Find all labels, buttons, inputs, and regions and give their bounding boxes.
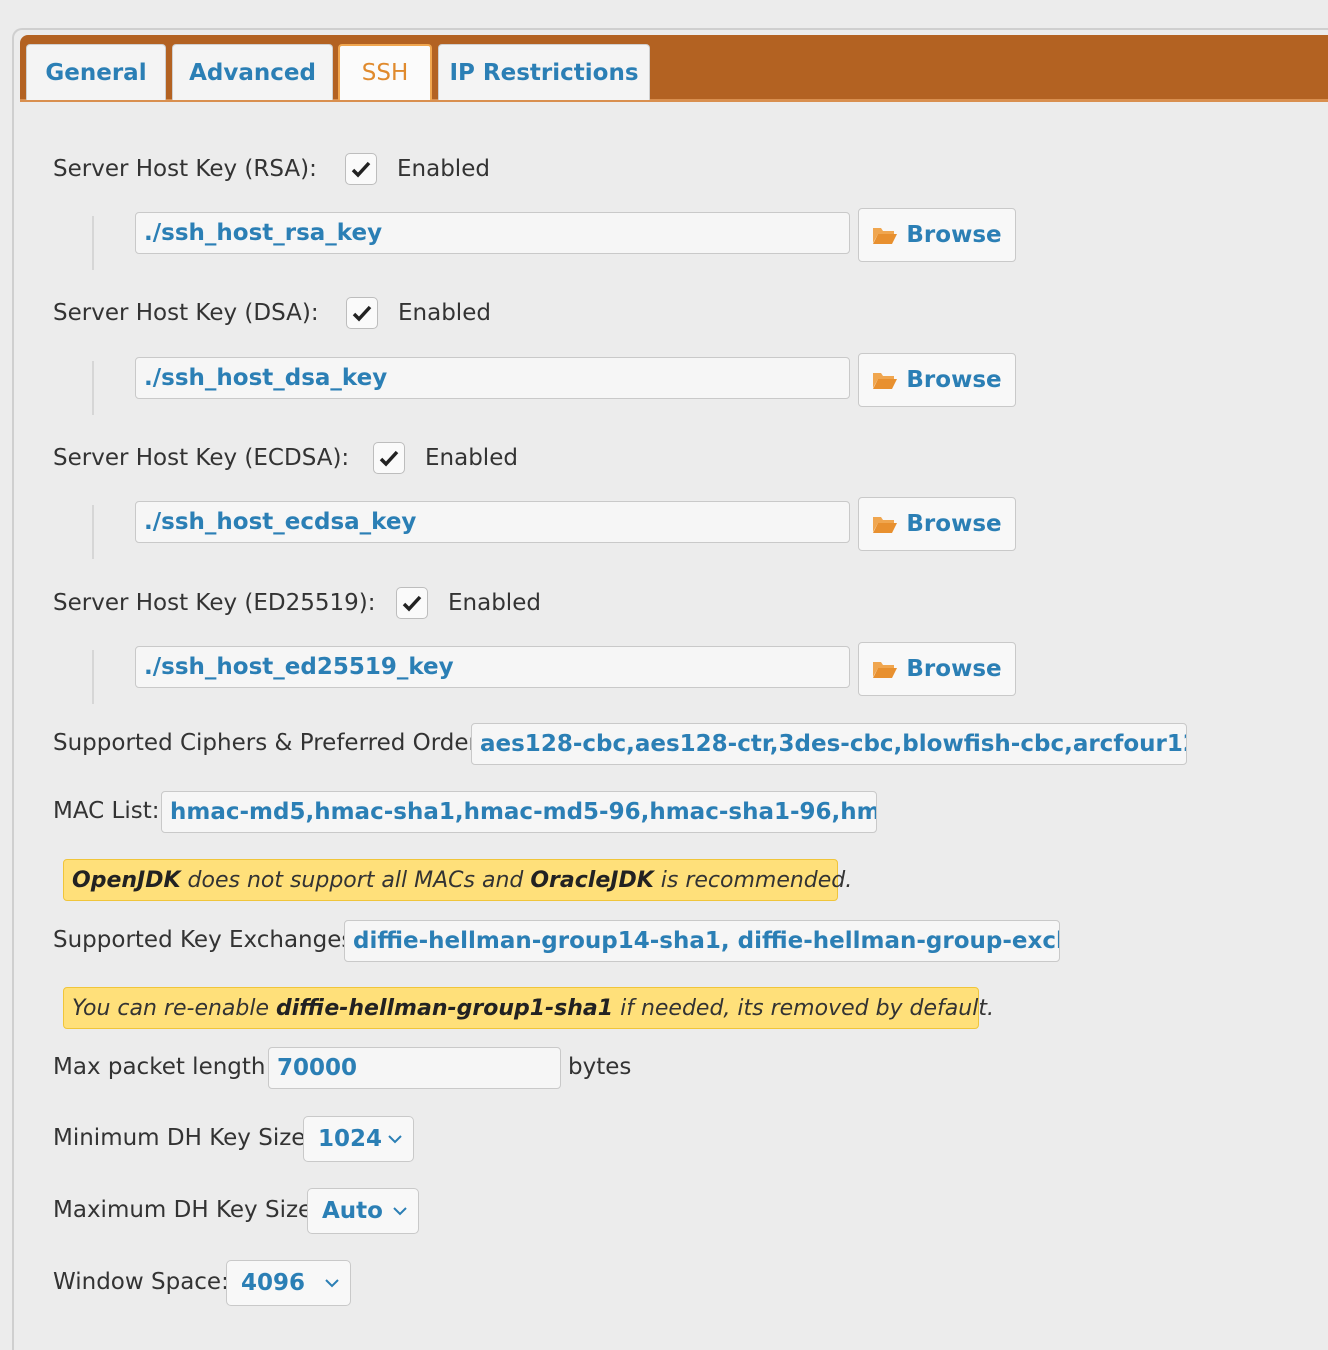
note-text: is recommended. <box>653 867 853 893</box>
browse-label: Browse <box>906 222 1002 248</box>
checkmark-icon <box>351 161 371 178</box>
browse-label: Browse <box>906 656 1002 682</box>
tab-general[interactable]: General <box>26 44 166 100</box>
window-space-label: Window Space: <box>53 1269 229 1295</box>
indent-bar <box>92 505 94 559</box>
chevron-down-icon <box>388 1135 402 1144</box>
ecdsa-key-path-input[interactable]: ./ssh_host_ecdsa_key <box>135 501 850 543</box>
note-openjdk: OpenJDK <box>72 867 181 893</box>
mac-warning-note: OpenJDK does not support all MACs and Or… <box>63 859 852 901</box>
max-dh-select[interactable]: Auto <box>307 1188 419 1234</box>
max-dh-label: Maximum DH Key Size: <box>53 1197 320 1223</box>
rsa-key-label: Server Host Key (RSA): <box>53 156 317 182</box>
ciphers-label: Supported Ciphers & Preferred Order: <box>53 730 486 756</box>
ed25519-enabled-label: Enabled <box>448 590 541 616</box>
max-dh-value: Auto <box>322 1198 383 1224</box>
note-text: You can re-enable <box>72 995 277 1021</box>
indent-bar <box>92 216 94 270</box>
ecdsa-enabled-label: Enabled <box>425 445 518 471</box>
tab-advanced[interactable]: Advanced <box>172 44 333 100</box>
checkmark-icon <box>379 450 399 467</box>
note-text: if needed, its removed by default. <box>613 995 994 1021</box>
mac-list-label: MAC List: <box>53 798 160 824</box>
dsa-browse-button[interactable]: Browse <box>858 353 1016 407</box>
folder-open-icon <box>873 662 898 678</box>
indent-bar <box>92 361 94 415</box>
rsa-enabled-checkbox[interactable] <box>345 153 377 185</box>
chevron-down-icon <box>393 1207 407 1216</box>
max-packet-input[interactable]: 70000 <box>268 1047 561 1089</box>
rsa-key-path-input[interactable]: ./ssh_host_rsa_key <box>135 212 850 254</box>
max-packet-unit: bytes <box>568 1054 632 1080</box>
tab-ssh[interactable]: SSH <box>338 44 432 100</box>
min-dh-label: Minimum DH Key Size: <box>53 1125 314 1151</box>
ecdsa-key-label: Server Host Key (ECDSA): <box>53 445 350 471</box>
checkmark-icon <box>402 595 422 612</box>
folder-open-icon <box>873 517 898 533</box>
ciphers-input[interactable]: aes128-cbc,aes128-ctr,3des-cbc,blowfish-… <box>471 723 1187 765</box>
dsa-key-label: Server Host Key (DSA): <box>53 300 319 326</box>
ed25519-key-path-input[interactable]: ./ssh_host_ed25519_key <box>135 646 850 688</box>
dsa-key-path-input[interactable]: ./ssh_host_dsa_key <box>135 357 850 399</box>
checkmark-icon <box>352 305 372 322</box>
browse-label: Browse <box>906 511 1002 537</box>
ecdsa-enabled-checkbox[interactable] <box>373 442 405 474</box>
min-dh-value: 1024 <box>318 1126 383 1152</box>
note-algorithm: diffie-hellman-group1-sha1 <box>276 995 614 1021</box>
folder-open-icon <box>873 373 898 389</box>
min-dh-select[interactable]: 1024 <box>303 1116 414 1162</box>
tab-ip-restrictions[interactable]: IP Restrictions <box>438 44 650 100</box>
max-packet-label: Max packet length: <box>53 1054 274 1080</box>
rsa-browse-button[interactable]: Browse <box>858 208 1016 262</box>
ecdsa-browse-button[interactable]: Browse <box>858 497 1016 551</box>
dsa-enabled-label: Enabled <box>398 300 491 326</box>
mac-list-input[interactable]: hmac-md5,hmac-sha1,hmac-md5-96,hmac-sha1… <box>161 791 877 833</box>
dsa-enabled-checkbox[interactable] <box>346 297 378 329</box>
ed25519-enabled-checkbox[interactable] <box>396 587 428 619</box>
kex-label: Supported Key Exchanges: <box>53 927 362 953</box>
note-oraclejdk: OracleJDK <box>530 867 654 893</box>
chevron-down-icon <box>325 1279 339 1288</box>
window-space-select[interactable]: 4096 <box>226 1260 351 1306</box>
browse-label: Browse <box>906 367 1002 393</box>
kex-input[interactable]: diffie-hellman-group14-sha1, diffie-hell… <box>344 920 1060 962</box>
folder-open-icon <box>873 228 898 244</box>
rsa-enabled-label: Enabled <box>397 156 490 182</box>
window-space-value: 4096 <box>241 1270 306 1296</box>
kex-info-note: You can re-enable diffie-hellman-group1-… <box>63 987 994 1029</box>
ed25519-browse-button[interactable]: Browse <box>858 642 1016 696</box>
note-text: does not support all MACs and <box>180 867 531 893</box>
indent-bar <box>92 650 94 704</box>
ed25519-key-label: Server Host Key (ED25519): <box>53 590 376 616</box>
